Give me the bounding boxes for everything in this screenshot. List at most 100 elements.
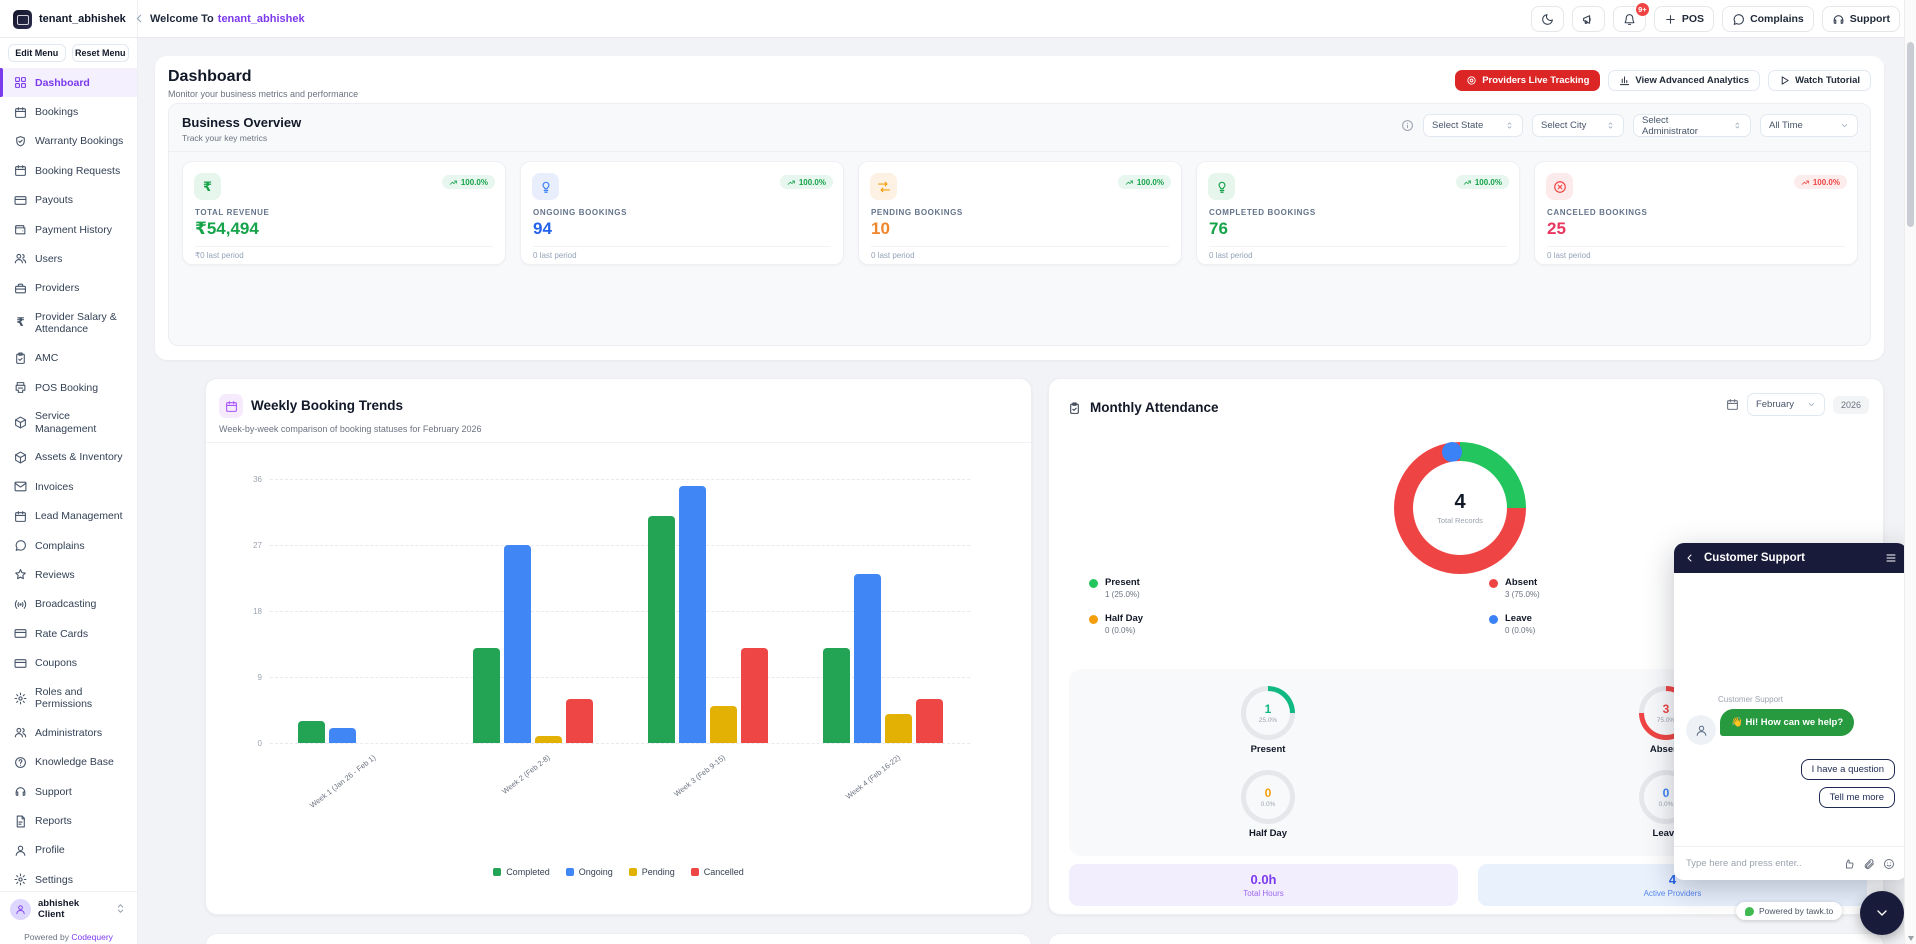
bar-completed-week-2[interactable] [473,648,500,743]
sidebar-item-pos-booking[interactable]: POS Booking [0,373,137,402]
bar-pending-week-4[interactable] [885,714,912,743]
card-icon [14,627,27,640]
business-overview-panel: Business Overview Track your key metrics… [168,103,1871,346]
bar-cancelled-week-4[interactable] [916,699,943,743]
bar-completed-week-1[interactable] [298,721,325,743]
legend-ongoing[interactable]: Ongoing [566,867,613,877]
chat-minimize-button[interactable] [1860,891,1904,935]
sidebar-item-payouts[interactable]: Payouts [0,186,137,215]
scrollbar-thumb[interactable] [1907,42,1914,227]
calendar-icon [219,394,243,418]
bar-pending-week-3[interactable] [710,706,737,743]
topbar-actions: 9+ POS Complains Support [1531,6,1900,32]
sidebar-item-amc[interactable]: AMC [0,344,137,373]
reset-menu-button[interactable]: Reset Menu [72,44,130,62]
bar-cancelled-week-2[interactable] [566,699,593,743]
complains-button[interactable]: Complains [1722,6,1814,32]
attachment-icon[interactable] [1863,858,1875,870]
sidebar-item-booking-requests[interactable]: Booking Requests [0,156,137,185]
tawk-branding[interactable]: Powered by tawk.to [1736,902,1842,920]
quick-reply-tell-me-more[interactable]: Tell me more [1819,787,1895,808]
tenant-link[interactable]: tenant_abhishek [218,13,305,25]
sidebar-item-label: Roles and Permissions [35,686,129,710]
sidebar-item-profile[interactable]: Profile [0,836,137,865]
legend-cancelled[interactable]: Cancelled [691,867,744,877]
sidebar-item-knowledge-base[interactable]: Knowledge Base [0,748,137,777]
users-icon [14,252,27,265]
announcements-button[interactable] [1572,6,1605,32]
watch-tutorial-button[interactable]: Watch Tutorial [1768,70,1871,91]
scrollbar-down-arrow[interactable] [1908,936,1914,941]
broadcast-icon [14,598,27,611]
thumbs-up-icon[interactable] [1843,858,1855,870]
welcome-text: Welcome To tenant_abhishek [150,0,305,38]
sidebar-user[interactable]: abhishek Client [0,891,137,926]
sidebar-item-support[interactable]: Support [0,777,137,806]
bar-ongoing-week-1[interactable] [329,728,356,743]
sidebar-item-reports[interactable]: Reports [0,806,137,835]
notifications-button[interactable]: 9+ [1613,6,1646,32]
sidebar-item-complains[interactable]: Complains [0,531,137,560]
bar-ongoing-week-2[interactable] [504,545,531,743]
bar-ongoing-week-3[interactable] [679,486,706,743]
sidebar-item-provider-salary-attendance[interactable]: ₹Provider Salary & Attendance [0,303,137,344]
select-administrator-select[interactable]: Select Administrator [1633,114,1751,137]
bar-completed-week-3[interactable] [648,516,675,743]
sidebar-item-dashboard[interactable]: Dashboard [0,68,137,97]
sidebar-item-administrators[interactable]: Administrators [0,718,137,747]
attendance-donut[interactable]: 4 Total Records [1394,442,1526,574]
sidebar-collapse-button[interactable] [133,10,146,28]
attendance-title: Monthly Attendance [1090,400,1219,415]
sidebar-item-reviews[interactable]: Reviews [0,560,137,589]
plus-icon [1664,13,1677,26]
attendance-legend-half-day[interactable]: Half Day0 (0.0%) [1089,613,1489,635]
sidebar-menu: DashboardBookingsWarranty BookingsBookin… [0,68,137,895]
chevrons-up-down-icon[interactable] [114,900,127,918]
providers-live-tracking-button[interactable]: Providers Live Tracking [1455,70,1600,91]
bar-completed-week-4[interactable] [823,648,850,743]
quick-reply-i-have-a-question[interactable]: I have a question [1801,759,1895,780]
select-state-select[interactable]: Select State [1423,114,1523,137]
sidebar-item-invoices[interactable]: Invoices [0,472,137,501]
bar-cancelled-week-3[interactable] [741,648,768,743]
legend-dot [1489,615,1498,624]
select-city-select[interactable]: Select City [1532,114,1624,137]
view-advanced-analytics-button[interactable]: View Advanced Analytics [1608,70,1760,91]
dark-mode-button[interactable] [1531,6,1564,32]
sidebar-item-payment-history[interactable]: Payment History [0,215,137,244]
metric-footer: 0 last period [533,251,577,260]
month-select[interactable]: February [1747,393,1825,416]
sidebar-item-providers[interactable]: Providers [0,274,137,303]
sidebar-item-bookings[interactable]: Bookings [0,97,137,126]
pos-button[interactable]: POS [1654,6,1714,32]
gear-icon [14,873,27,886]
metric-icon-wrap [1546,173,1573,200]
sidebar-item-roles-and-permissions[interactable]: Roles and Permissions [0,678,137,719]
codequery-link[interactable]: Codequery [71,932,113,942]
support-button[interactable]: Support [1822,6,1900,32]
all-time-select[interactable]: All Time [1760,114,1858,137]
emoji-icon[interactable] [1883,858,1895,870]
weekly-chart-title: Weekly Booking Trends [251,398,403,413]
edit-menu-button[interactable]: Edit Menu [8,44,66,62]
bar-pending-week-2[interactable] [535,736,562,743]
chat-message-input[interactable] [1686,858,1835,869]
sidebar-item-service-management[interactable]: Service Management [0,402,137,443]
legend-pending[interactable]: Pending [629,867,675,877]
sidebar-item-assets-inventory[interactable]: Assets & Inventory [0,443,137,472]
sidebar-item-rate-cards[interactable]: Rate Cards [0,619,137,648]
legend-completed[interactable]: Completed [493,867,550,877]
chat-back-button[interactable] [1684,549,1696,567]
attendance-legend-present[interactable]: Present1 (25.0%) [1089,577,1489,599]
sidebar-item-warranty-bookings[interactable]: Warranty Bookings [0,127,137,156]
sidebar-item-broadcasting[interactable]: Broadcasting [0,590,137,619]
bar-ongoing-week-4[interactable] [854,574,881,743]
calendar-icon [14,164,27,177]
sidebar-item-lead-management[interactable]: Lead Management [0,502,137,531]
page-subtitle: Monitor your business metrics and perfor… [168,89,358,99]
metric-footer: ₹0 last period [195,251,244,260]
sidebar-item-coupons[interactable]: Coupons [0,648,137,677]
sidebar-item-label: Rate Cards [35,628,88,640]
chat-menu-button[interactable] [1885,549,1897,567]
sidebar-item-users[interactable]: Users [0,244,137,273]
